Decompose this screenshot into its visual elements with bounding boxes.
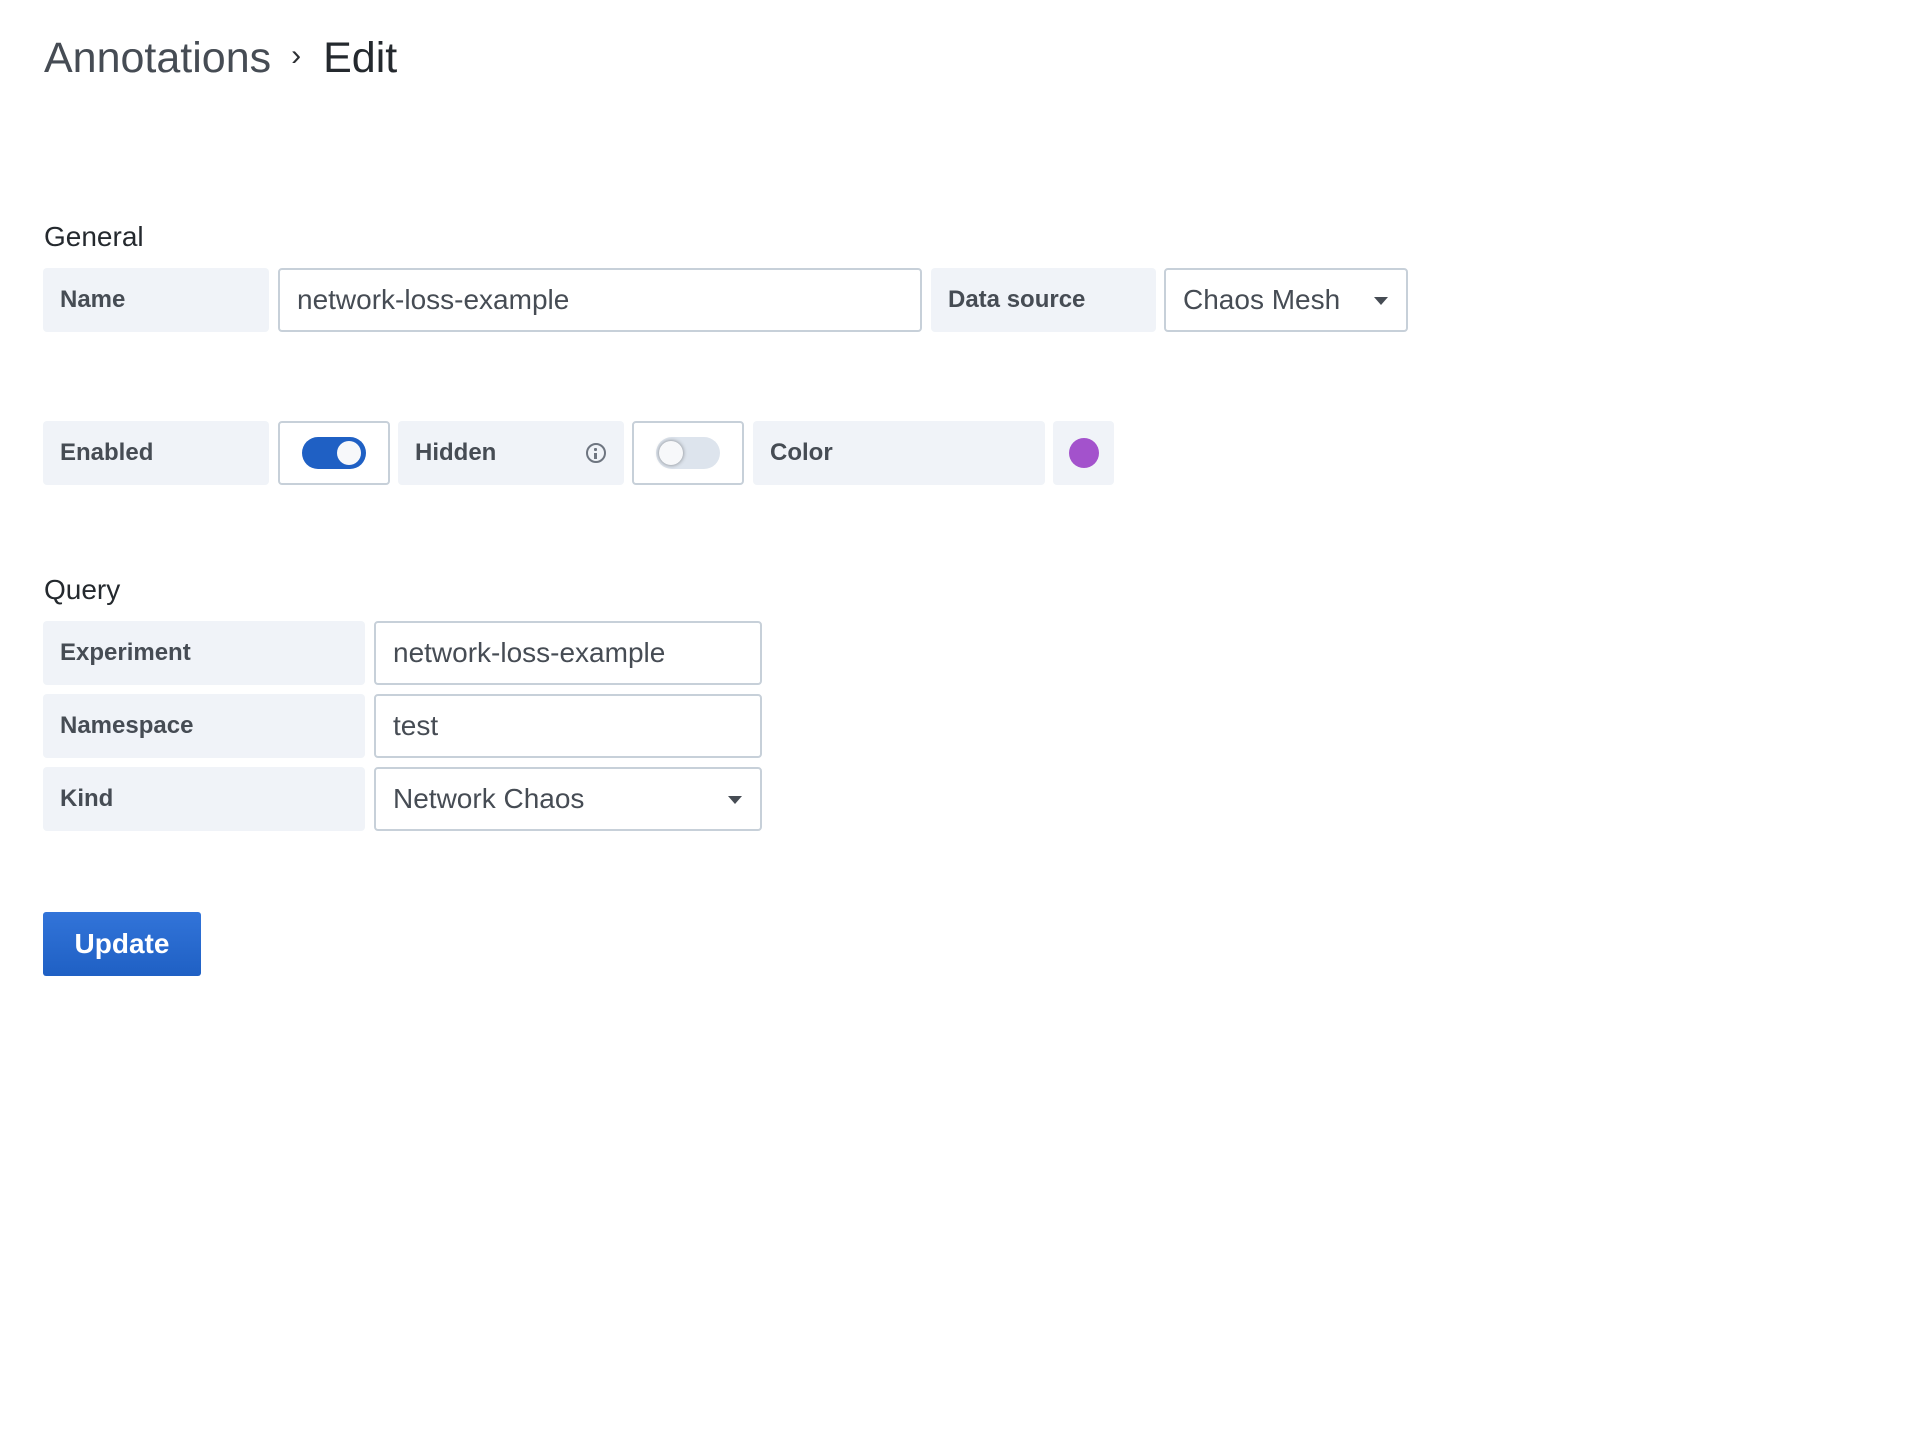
caret-down-icon	[728, 796, 742, 804]
name-input[interactable]: network-loss-example	[278, 268, 922, 332]
toggle-knob	[659, 441, 683, 465]
data-source-value: Chaos Mesh	[1183, 284, 1341, 315]
hidden-toggle[interactable]	[656, 437, 720, 469]
section-heading-general: General	[44, 221, 144, 252]
section-heading-query: Query	[44, 574, 121, 605]
namespace-input[interactable]: test	[374, 694, 762, 758]
color-picker[interactable]	[1053, 421, 1114, 485]
enabled-toggle[interactable]	[302, 437, 366, 469]
toggle-knob	[337, 441, 361, 465]
namespace-input-value: test	[393, 710, 439, 741]
data-source-select[interactable]: Chaos Mesh	[1164, 268, 1408, 332]
experiment-input[interactable]: network-loss-example	[374, 621, 762, 685]
kind-label: Kind	[43, 767, 365, 831]
breadcrumb-parent[interactable]: Annotations	[44, 34, 271, 83]
hidden-label: Hidden	[415, 439, 497, 466]
enabled-label: Enabled	[43, 421, 269, 485]
caret-down-icon	[1374, 297, 1388, 305]
color-swatch[interactable]	[1068, 438, 1099, 468]
kind-select-value: Network Chaos	[393, 783, 585, 814]
name-input-value: network-loss-example	[297, 284, 570, 315]
page-title: Edit	[323, 33, 398, 82]
experiment-label: Experiment	[43, 621, 365, 685]
hidden-label-container: Hidden	[398, 421, 624, 485]
name-label: Name	[43, 268, 269, 332]
chevron-right-icon: ›	[291, 39, 302, 72]
enabled-toggle-container	[278, 421, 390, 485]
experiment-input-value: network-loss-example	[393, 637, 666, 668]
data-source-label: Data source	[931, 268, 1156, 332]
info-circle-icon[interactable]	[586, 443, 606, 463]
hidden-toggle-container	[632, 421, 744, 485]
namespace-label: Namespace	[43, 694, 365, 758]
breadcrumb: Annotations › Edit	[44, 28, 397, 88]
color-label: Color	[753, 421, 1045, 485]
update-button[interactable]: Update	[43, 912, 201, 976]
kind-select[interactable]: Network Chaos	[374, 767, 762, 831]
